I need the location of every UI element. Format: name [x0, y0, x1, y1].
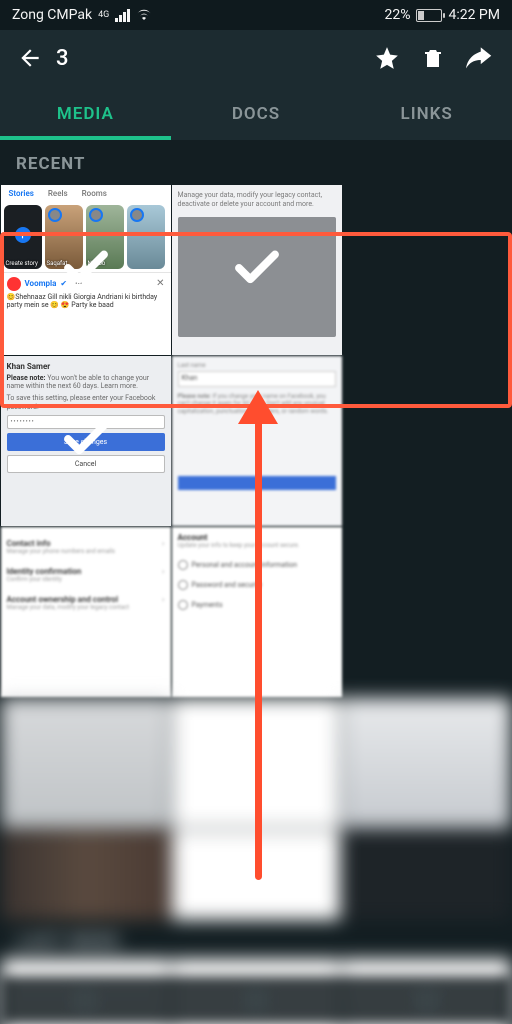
signal-icon	[115, 9, 130, 22]
thumb6-sub: Update your info to keep your account se…	[178, 542, 336, 549]
battery-icon	[416, 9, 442, 22]
thumb4-lastname-label: Last name	[178, 362, 336, 369]
check-icon	[230, 241, 284, 299]
thumb3-name: Khan Samer	[7, 362, 165, 371]
wifi-icon	[136, 6, 152, 24]
nav-recents-icon[interactable]	[415, 988, 439, 1012]
thumb5-i3s: Manage your data, modify your legacy con…	[7, 604, 165, 611]
screen: Zong CMPak 4G 22% 4:22 PM 3 M	[0, 0, 512, 1024]
thumb-selected-1[interactable]: Stories Reels Rooms +Create story Saqafa…	[1, 185, 171, 355]
blurred-lower-grid: LAST WEEK	[0, 697, 512, 1024]
status-left: Zong CMPak 4G	[12, 6, 152, 24]
thumb1-tab-rooms: Rooms	[82, 189, 107, 198]
thumb5-i3: Account ownership and control	[7, 595, 165, 604]
thumb-selected-3[interactable]: Khan Samer Please note: You won't be abl…	[1, 356, 171, 526]
thumb6-hd: Account	[178, 533, 336, 542]
carrier-label: Zong CMPak	[12, 7, 92, 23]
tab-docs[interactable]: DOCS	[171, 86, 342, 140]
forward-button[interactable]	[456, 46, 502, 70]
thumb-5[interactable]: ›Contact infoManage your phone numbers a…	[1, 527, 171, 697]
thumb1-post-name: Voompla	[25, 279, 57, 288]
thumb1-tab-stories: Stories	[9, 189, 34, 198]
nav-home-icon[interactable]	[244, 988, 268, 1012]
status-bar: Zong CMPak 4G 22% 4:22 PM	[0, 0, 512, 30]
thumb5-i2: Identity confirmation	[7, 567, 165, 576]
thumb-selected-2[interactable]: Manage your data, modify your legacy con…	[172, 185, 342, 355]
thumb1-tab-reels: Reels	[48, 189, 68, 198]
thumb4-lastname: Khan	[178, 371, 336, 387]
thumb6-l2: Password and security	[192, 580, 263, 588]
status-right: 22% 4:22 PM	[384, 7, 500, 23]
clock: 4:22 PM	[448, 7, 500, 23]
check-icon	[59, 412, 113, 470]
thumb2-desc: Manage your data, modify your legacy con…	[178, 191, 336, 209]
selection-count: 3	[56, 46, 69, 71]
thumb3-save-text: To save this setting, please enter your …	[7, 394, 165, 412]
thumb-6[interactable]: Account Update your info to keep your ac…	[172, 527, 342, 697]
back-button[interactable]	[10, 45, 50, 71]
thumb5-i2s: Confirm your identity	[7, 576, 165, 583]
delete-button[interactable]	[410, 46, 456, 70]
app-bar: 3	[0, 30, 512, 86]
thumb6-l1: Personal and account information	[192, 560, 298, 568]
check-icon	[59, 241, 113, 299]
media-grid[interactable]: Stories Reels Rooms +Create story Saqafa…	[0, 184, 512, 697]
battery-percent: 22%	[384, 7, 410, 23]
thumb4-note-label: Please note:	[178, 393, 211, 400]
network-badge: 4G	[98, 11, 109, 19]
tab-bar: MEDIA DOCS LINKS	[0, 86, 512, 140]
tab-media[interactable]: MEDIA	[0, 86, 171, 140]
thumb-4[interactable]: Last name Khan Please note: If you chang…	[172, 356, 342, 526]
thumb3-note-label: Please note:	[7, 374, 46, 382]
section-last-week: LAST WEEK	[0, 921, 512, 958]
star-button[interactable]	[364, 45, 410, 71]
section-recent: RECENT	[0, 140, 512, 184]
tab-links[interactable]: LINKS	[341, 86, 512, 140]
thumb5-i1: Contact info	[7, 539, 165, 548]
thumb6-l3: Payments	[192, 600, 223, 608]
thumb1-card-create: Create story	[6, 260, 40, 267]
android-nav-bar	[0, 976, 512, 1024]
thumb5-i1s: Manage your phone numbers and emails	[7, 548, 165, 555]
nav-back-icon[interactable]	[73, 988, 97, 1012]
